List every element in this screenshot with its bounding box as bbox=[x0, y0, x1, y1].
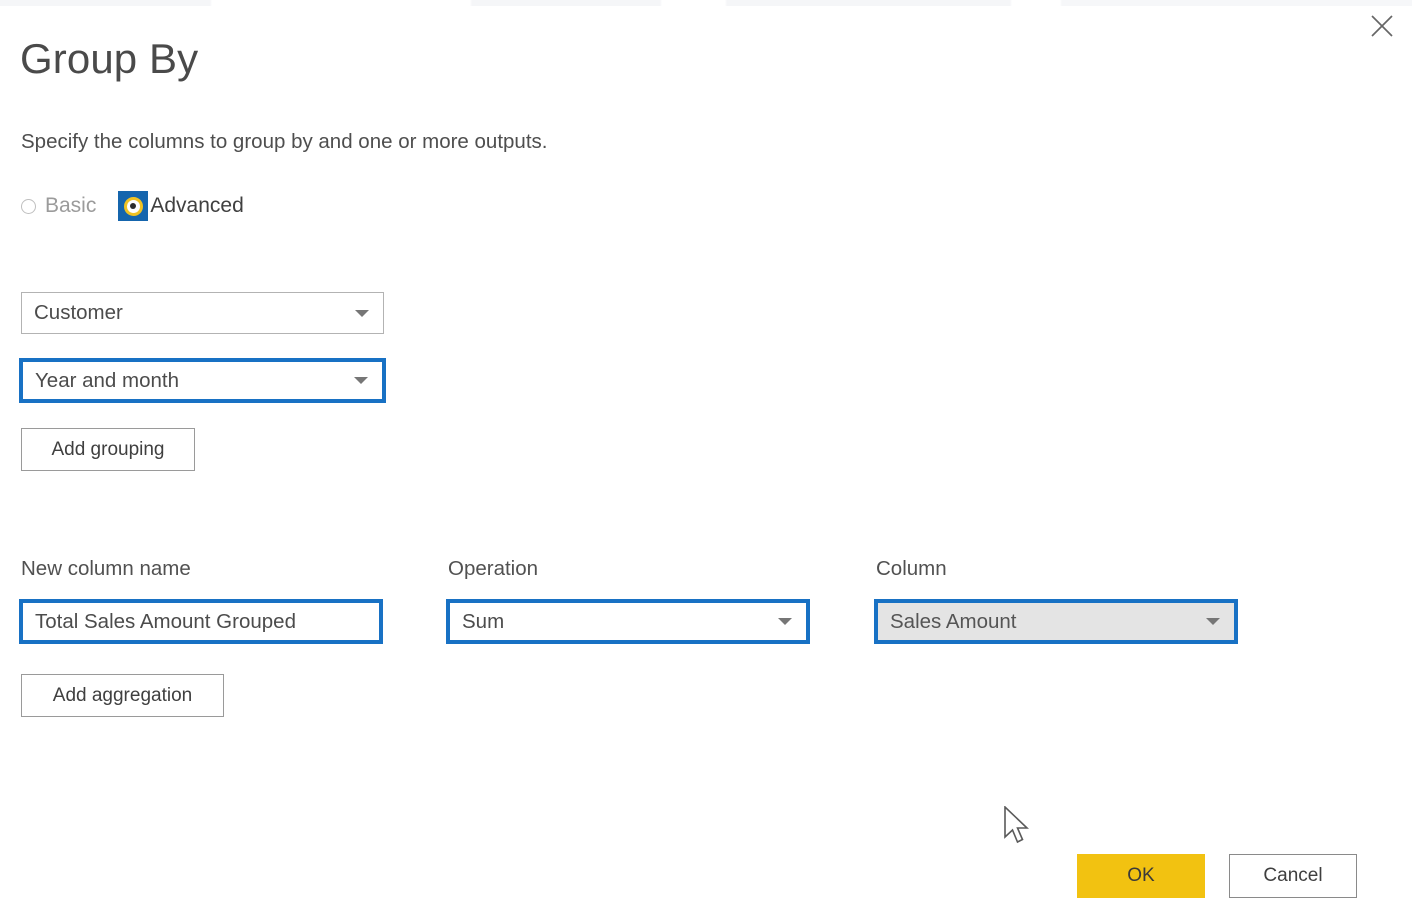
cancel-button-label: Cancel bbox=[1263, 865, 1323, 886]
radio-advanced[interactable]: Advanced bbox=[118, 191, 244, 221]
add-grouping-button[interactable]: Add grouping bbox=[21, 428, 195, 471]
chevron-down-icon bbox=[355, 309, 369, 317]
group-by-column-dropdown-2[interactable]: Year and month bbox=[19, 358, 386, 403]
add-aggregation-button[interactable]: Add aggregation bbox=[21, 674, 224, 717]
radio-focus-highlight bbox=[118, 191, 149, 221]
operation-value: Sum bbox=[462, 609, 505, 633]
chevron-down-icon bbox=[354, 377, 368, 384]
header-operation: Operation bbox=[448, 557, 539, 580]
radio-basic-label: Basic bbox=[45, 194, 97, 217]
group-by-column-value-2: Year and month bbox=[35, 368, 179, 392]
ok-button[interactable]: OK bbox=[1077, 854, 1205, 898]
radio-basic[interactable]: Basic bbox=[21, 194, 96, 218]
page-title: Group By bbox=[20, 35, 199, 82]
chevron-down-icon bbox=[778, 618, 792, 625]
radio-dot-icon bbox=[130, 203, 137, 209]
mouse-pointer-icon bbox=[1003, 805, 1033, 853]
new-column-name-value: Total Sales Amount Grouped bbox=[35, 609, 296, 633]
add-grouping-label: Add grouping bbox=[51, 438, 165, 460]
new-column-name-input[interactable]: Total Sales Amount Grouped bbox=[19, 599, 383, 644]
column-dropdown[interactable]: Sales Amount bbox=[874, 599, 1238, 644]
radio-advanced-label: Advanced bbox=[150, 194, 244, 217]
group-by-dialog: Group By Specify the columns to group by… bbox=[0, 0, 1412, 903]
column-value: Sales Amount bbox=[890, 609, 1017, 633]
radio-unselected-icon bbox=[21, 198, 36, 214]
add-aggregation-label: Add aggregation bbox=[52, 684, 193, 706]
group-by-column-dropdown-1[interactable]: Customer bbox=[21, 292, 384, 334]
operation-dropdown[interactable]: Sum bbox=[446, 599, 810, 644]
radio-selected-icon bbox=[123, 196, 143, 216]
page-subtitle: Specify the columns to group by and one … bbox=[21, 130, 548, 153]
chevron-down-icon bbox=[1206, 618, 1220, 625]
window-top-bleed bbox=[0, 0, 1412, 6]
group-by-column-value-1: Customer bbox=[34, 301, 123, 324]
mode-radio-group: Basic Advanced bbox=[21, 190, 244, 222]
ok-button-label: OK bbox=[1127, 865, 1155, 886]
header-new-column-name: New column name bbox=[21, 557, 191, 580]
header-column: Column bbox=[876, 557, 947, 580]
close-icon[interactable] bbox=[1360, 6, 1404, 46]
cancel-button[interactable]: Cancel bbox=[1229, 854, 1357, 898]
